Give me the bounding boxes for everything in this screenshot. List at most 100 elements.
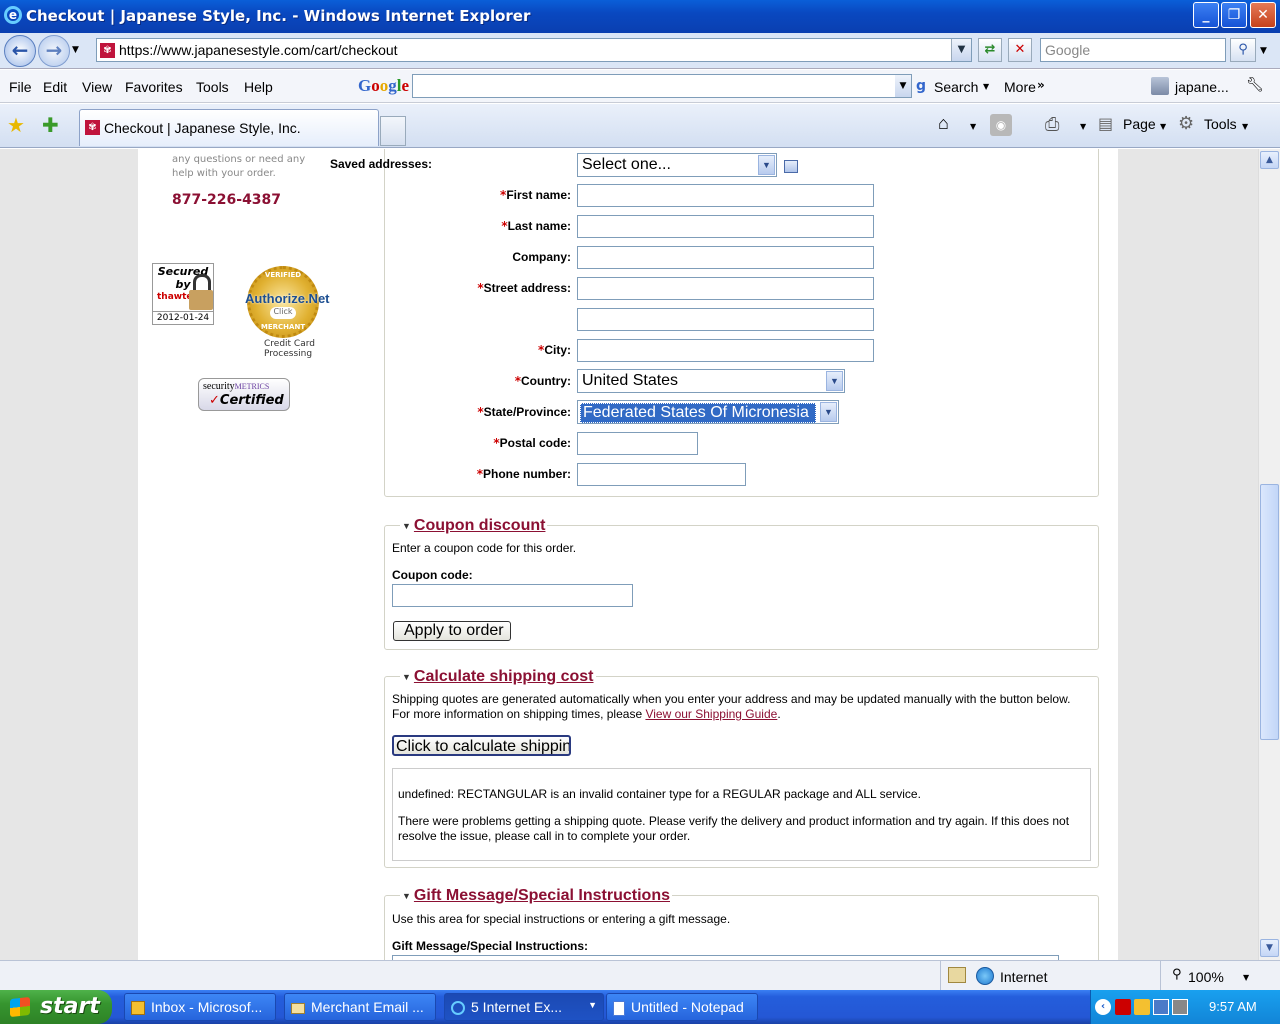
back-button[interactable]: ← (4, 35, 36, 67)
more-button[interactable]: More (1004, 79, 1036, 95)
zoom-level[interactable]: 100% (1188, 969, 1224, 985)
tools-menu[interactable]: Tools (1204, 116, 1237, 132)
favorites-star-icon[interactable]: ★ (7, 113, 25, 137)
vertical-scrollbar[interactable]: ▲ ▼ (1258, 149, 1280, 960)
window-title: Checkout | Japanese Style, Inc. - Window… (26, 7, 531, 25)
address-book-icon[interactable] (784, 160, 798, 173)
print-dropdown-icon[interactable]: ▼ (1080, 122, 1086, 131)
more-chevron-icon: » (1037, 78, 1045, 92)
google-search-button[interactable]: Search (934, 79, 978, 95)
new-tab-button[interactable] (380, 116, 406, 146)
coupon-legend[interactable]: ▼ Coupon discount (400, 517, 548, 535)
task-merchant-email[interactable]: Merchant Email ... (284, 993, 436, 1021)
network-icon[interactable] (1153, 999, 1169, 1015)
menu-edit[interactable]: Edit (43, 79, 67, 95)
home-dropdown-icon[interactable]: ▼ (970, 122, 976, 131)
menu-file[interactable]: File (9, 79, 32, 95)
chevron-down-icon: ▼ (758, 155, 775, 175)
country-select[interactable]: United States ▼ (577, 369, 845, 393)
url-text: https://www.japanesestyle.com/cart/check… (119, 42, 398, 58)
postal-code-field[interactable] (577, 432, 698, 455)
wrench-icon[interactable]: 🔧︎ (1246, 77, 1264, 93)
taskbar: start Inbox - Microsof... Merchant Email… (0, 990, 1280, 1024)
menu-help[interactable]: Help (244, 79, 273, 95)
shipping-problem-line2: resolve the issue, please call in to com… (398, 829, 691, 843)
history-dropdown-icon[interactable]: ▼ (72, 45, 79, 55)
saved-addresses-select[interactable]: Select one... ▼ (577, 153, 777, 177)
first-name-field[interactable] (577, 184, 874, 207)
state-select[interactable]: Federated States Of Micronesia ▼ (577, 400, 839, 424)
gift-legend[interactable]: ▼ Gift Message/Special Instructions (400, 887, 672, 905)
zoom-dropdown-icon[interactable]: ▼ (1243, 973, 1249, 982)
close-button[interactable]: ✕ (1250, 2, 1276, 28)
zoom-icon: ⚲ (1172, 967, 1182, 982)
last-name-field[interactable] (577, 215, 874, 238)
city-field[interactable] (577, 339, 874, 362)
page-menu[interactable]: Page (1123, 116, 1156, 132)
search-options-icon[interactable]: ▼ (1260, 46, 1267, 56)
shipping-legend[interactable]: ▼ Calculate shipping cost (400, 668, 596, 686)
street-address-line2-field[interactable] (577, 308, 874, 331)
tab-checkout[interactable]: ✾ Checkout | Japanese Style, Inc. (79, 109, 379, 146)
chevron-down-icon: ▼ (820, 402, 837, 422)
country-label: Country: (521, 374, 571, 388)
windows-logo-icon (10, 996, 30, 1018)
task-notepad[interactable]: Untitled - Notepad (606, 993, 758, 1021)
shipping-description-line1: Shipping quotes are generated automatica… (392, 692, 1071, 706)
start-button[interactable]: start (0, 990, 112, 1024)
scroll-down-icon[interactable]: ▼ (1260, 939, 1279, 957)
site-favicon-icon: ✾ (100, 43, 115, 58)
search-dropdown-icon[interactable]: ▼ (983, 82, 989, 91)
print-icon[interactable]: ⎙ (1045, 114, 1071, 136)
google-logo: Google (358, 76, 410, 95)
authorize-ring-top: VERIFIED (264, 271, 302, 279)
url-dropdown-icon[interactable]: ▼ (951, 39, 971, 61)
tab-label: Checkout | Japanese Style, Inc. (104, 120, 301, 136)
maximize-button[interactable]: ❐ (1221, 2, 1247, 28)
scroll-up-icon[interactable]: ▲ (1260, 151, 1279, 169)
search-go-icon[interactable]: ⚲ (1230, 38, 1256, 62)
tray-expand-icon[interactable]: ‹ (1095, 999, 1111, 1015)
google-search-icon[interactable]: g (916, 78, 932, 94)
profile-avatar-icon (1151, 77, 1169, 95)
menu-view[interactable]: View (82, 79, 112, 95)
coupon-description: Enter a coupon code for this order. (392, 541, 577, 555)
shipping-guide-link[interactable]: View our Shipping Guide (645, 707, 777, 721)
calculate-shipping-button[interactable]: Click to calculate shipping (392, 735, 571, 756)
stop-icon[interactable]: ✕ (1008, 38, 1032, 62)
google-toolbar-input[interactable]: ▼ (412, 74, 912, 98)
tools-dropdown-icon[interactable]: ▼ (1242, 122, 1248, 131)
street-address-field[interactable] (577, 277, 874, 300)
acrobat-icon[interactable] (1115, 999, 1131, 1015)
home-icon[interactable]: ⌂ (938, 113, 949, 134)
tray-app-icon[interactable] (1172, 999, 1188, 1015)
url-field[interactable]: ✾ https://www.japanesestyle.com/cart/che… (96, 38, 972, 62)
scroll-thumb[interactable] (1260, 484, 1279, 740)
search-input[interactable]: Google (1040, 38, 1226, 62)
address-bar: ← → ▼ ✾ https://www.japanesestyle.com/ca… (0, 33, 1280, 69)
google-dropdown-icon[interactable]: ▼ (895, 75, 911, 97)
refresh-icon[interactable]: ⇄ (978, 38, 1002, 62)
feeds-icon[interactable]: ◉ (990, 114, 1012, 136)
apply-to-order-button[interactable]: Apply to order (393, 621, 511, 641)
notification-icon[interactable] (1134, 999, 1150, 1015)
last-name-label: Last name: (507, 219, 571, 233)
phone-number-field[interactable] (577, 463, 746, 486)
forward-button[interactable]: → (38, 35, 70, 67)
status-bar: Internet ⚲ 100% ▼ (0, 960, 1280, 991)
minimize-button[interactable]: _ (1193, 2, 1219, 28)
page-dropdown-icon[interactable]: ▼ (1160, 122, 1166, 131)
first-name-label: First name: (506, 188, 571, 202)
add-favorite-icon[interactable]: ✚ (42, 113, 59, 137)
title-bar: e Checkout | Japanese Style, Inc. - Wind… (0, 0, 1280, 33)
menu-tools[interactable]: Tools (196, 79, 229, 95)
company-field[interactable] (577, 246, 874, 269)
task-inbox[interactable]: Inbox - Microsof... (124, 993, 276, 1021)
clock: 9:57 AM (1209, 999, 1257, 1014)
phone-number-label: Phone number: (482, 467, 571, 481)
task-internet-explorer[interactable]: 5 Internet Ex... ▼ (444, 993, 604, 1021)
page-viewport: any questions or need any help with your… (0, 149, 1258, 960)
menu-favorites[interactable]: Favorites (125, 79, 183, 95)
profile-menu[interactable]: japane... (1175, 79, 1229, 95)
coupon-code-field[interactable] (392, 584, 633, 607)
